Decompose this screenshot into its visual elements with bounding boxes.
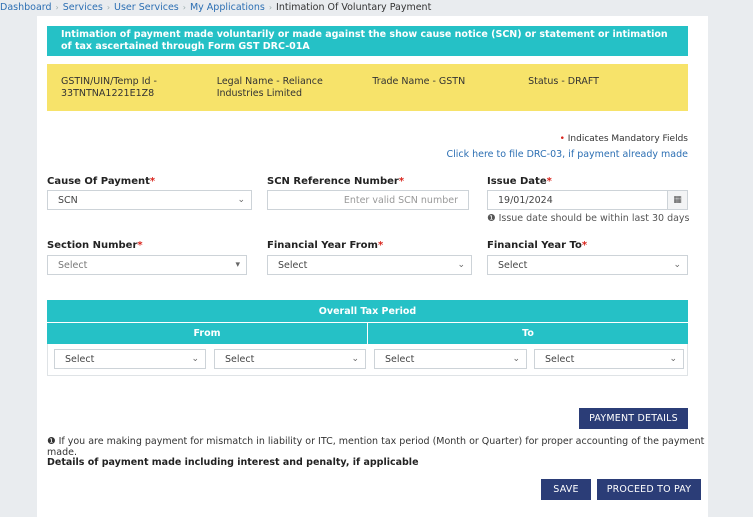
from-year-select[interactable]: Select ⌄ bbox=[214, 349, 366, 369]
tax-period-note-text: If you are making payment for mismatch i… bbox=[47, 436, 705, 458]
chevron-down-icon: ⌄ bbox=[191, 354, 199, 364]
chevron-right-icon: › bbox=[106, 2, 111, 12]
required-star-icon: * bbox=[377, 240, 384, 251]
tax-period-note: ❶ If you are making payment for mismatch… bbox=[47, 436, 708, 458]
required-star-icon: * bbox=[149, 176, 156, 187]
issue-date-input[interactable]: 19/01/2024 ▦ bbox=[487, 190, 688, 210]
cause-of-payment-value: SCN bbox=[58, 194, 78, 206]
legal-name-text: Legal Name - Reliance Industries Limited bbox=[216, 76, 323, 99]
trade-name-text: Trade Name - GSTN bbox=[372, 76, 466, 87]
section-number-label-text: Section Number bbox=[47, 240, 138, 251]
issue-date-label: Issue Date* bbox=[487, 176, 552, 187]
chevron-down-icon: ⌄ bbox=[351, 354, 359, 364]
status-text: Status - DRAFT bbox=[528, 76, 599, 87]
from-month-select[interactable]: Select ⌄ bbox=[54, 349, 206, 369]
fy-from-label-text: Financial Year From bbox=[267, 240, 378, 251]
chevron-down-icon: ⌄ bbox=[237, 195, 245, 205]
page-title-banner: Intimation of payment made voluntarily o… bbox=[47, 26, 688, 56]
fy-from-select[interactable]: Select ⌄ bbox=[267, 255, 472, 275]
overall-tax-period-table: Overall Tax Period From To Select ⌄ Sele… bbox=[47, 300, 688, 376]
required-star-icon: * bbox=[137, 240, 143, 251]
scn-reference-input[interactable]: Enter valid SCN number bbox=[267, 190, 469, 210]
breadcrumb-services[interactable]: Services bbox=[63, 2, 103, 13]
mandatory-note: • Indicates Mandatory Fields bbox=[560, 134, 688, 144]
section-number-select[interactable]: Select ▾ bbox=[47, 255, 247, 275]
fy-from-value: Select bbox=[278, 259, 308, 271]
breadcrumb-user-services[interactable]: User Services bbox=[114, 2, 179, 13]
calendar-icon[interactable]: ▦ bbox=[667, 191, 687, 209]
breadcrumb-current: Intimation Of Voluntary Payment bbox=[276, 1, 432, 13]
to-month-select[interactable]: Select ⌄ bbox=[374, 349, 527, 369]
chevron-down-icon: ⌄ bbox=[669, 354, 677, 364]
gstin-text: GSTIN/UIN/Temp Id - 33TNTNA1221E1Z8 bbox=[61, 76, 157, 99]
chevron-down-icon: ⌄ bbox=[673, 260, 681, 270]
from-header: From bbox=[47, 323, 368, 344]
breadcrumb: Dashboard › Services › User Services › M… bbox=[0, 0, 431, 14]
fy-from-label: Financial Year From* bbox=[267, 240, 383, 251]
issue-date-hint: ❶ Issue date should be within last 30 da… bbox=[487, 213, 690, 224]
form-card: Intimation of payment made voluntarily o… bbox=[37, 16, 708, 517]
section-number-value: Select bbox=[58, 259, 88, 271]
chevron-right-icon: › bbox=[182, 2, 186, 12]
scn-reference-label-text: SCN Reference Number bbox=[267, 176, 399, 187]
save-button[interactable]: SAVE bbox=[541, 479, 591, 500]
cause-of-payment-label: Cause Of Payment* bbox=[47, 176, 155, 187]
required-star-icon: * bbox=[581, 240, 588, 251]
fy-to-label-text: Financial Year To bbox=[487, 240, 582, 251]
chevron-down-icon: ⌄ bbox=[512, 354, 520, 364]
tax-period-headers: From To bbox=[47, 322, 688, 344]
cause-of-payment-label-text: Cause Of Payment bbox=[47, 176, 150, 187]
from-month-value: Select bbox=[65, 353, 95, 365]
tax-period-title: Overall Tax Period bbox=[47, 300, 688, 322]
fy-to-label: Financial Year To* bbox=[487, 240, 587, 251]
to-year-select[interactable]: Select ⌄ bbox=[534, 349, 684, 369]
file-drc03-link[interactable]: Click here to file DRC-03, if payment al… bbox=[446, 149, 688, 160]
breadcrumb-my-applications[interactable]: My Applications bbox=[190, 2, 265, 13]
cause-of-payment-select[interactable]: SCN ⌄ bbox=[47, 190, 252, 210]
tax-period-row: Select ⌄ Select ⌄ Select ⌄ Select ⌄ bbox=[47, 344, 688, 376]
fy-to-select[interactable]: Select ⌄ bbox=[487, 255, 688, 275]
proceed-to-pay-button[interactable]: PROCEED TO PAY bbox=[597, 479, 701, 500]
required-star-icon: • bbox=[559, 134, 565, 144]
issue-date-value: 19/01/2024 bbox=[498, 194, 553, 206]
issue-date-label-text: Issue Date bbox=[487, 176, 547, 187]
info-icon: ❶ bbox=[487, 213, 496, 224]
issue-date-hint-text: Issue date should be within last 30 days bbox=[498, 213, 690, 224]
to-header: To bbox=[522, 328, 534, 339]
from-year-value: Select bbox=[225, 353, 255, 365]
chevron-down-icon: ⌄ bbox=[457, 260, 465, 270]
mandatory-note-text: Indicates Mandatory Fields bbox=[567, 134, 688, 144]
chevron-right-icon: › bbox=[55, 2, 59, 12]
scn-reference-placeholder: Enter valid SCN number bbox=[343, 194, 458, 206]
to-year-value: Select bbox=[545, 353, 575, 365]
info-icon: ❶ bbox=[47, 436, 56, 447]
required-star-icon: * bbox=[546, 176, 552, 187]
to-month-value: Select bbox=[385, 353, 415, 365]
fy-to-value: Select bbox=[498, 259, 528, 271]
section-number-label: Section Number* bbox=[47, 240, 143, 251]
payment-details-button[interactable]: PAYMENT DETAILS bbox=[579, 408, 688, 429]
payment-details-heading: Details of payment made including intere… bbox=[47, 457, 419, 468]
caret-down-icon: ▾ bbox=[235, 260, 240, 270]
chevron-right-icon: › bbox=[268, 2, 273, 12]
required-star-icon: * bbox=[398, 176, 405, 187]
taxpayer-info-bar: GSTIN/UIN/Temp Id - 33TNTNA1221E1Z8 Lega… bbox=[47, 64, 688, 111]
breadcrumb-dashboard[interactable]: Dashboard bbox=[0, 2, 52, 13]
scn-reference-label: SCN Reference Number* bbox=[267, 176, 404, 187]
